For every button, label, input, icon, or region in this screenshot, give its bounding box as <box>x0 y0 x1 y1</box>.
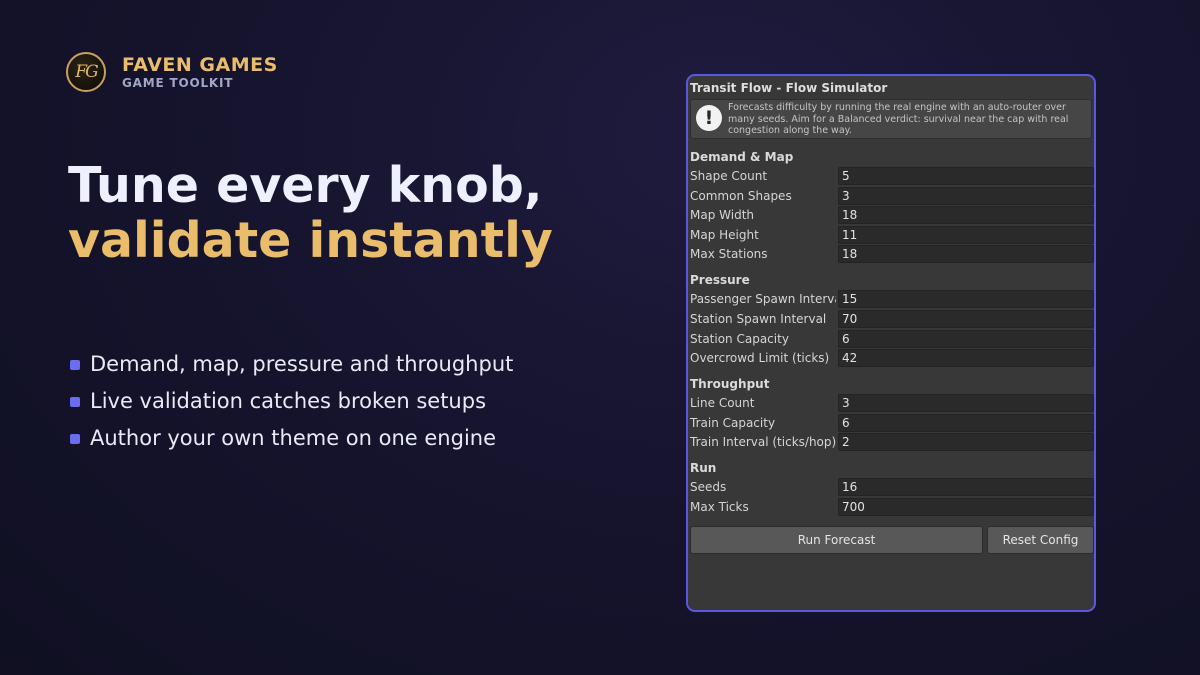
field-row-common-shapes: Common Shapes 3 <box>690 187 1094 205</box>
bullet-square-icon <box>70 359 80 370</box>
help-box: ! Forecasts difficulty by running the re… <box>690 99 1092 139</box>
station-capacity-input[interactable]: 6 <box>838 330 1094 348</box>
field-label: Common Shapes <box>690 189 792 203</box>
brand-text: FAVEN GAMES GAME TOOLKIT <box>122 54 278 90</box>
field-label: Train Capacity <box>690 416 776 430</box>
train-interval-input[interactable]: 2 <box>838 433 1094 451</box>
section-header-demand-map: Demand & Map <box>690 150 794 164</box>
feature-text: Author your own theme on one engine <box>90 426 497 450</box>
logo-monogram: FG <box>75 62 98 82</box>
field-label: Shape Count <box>690 169 768 183</box>
line-count-input[interactable]: 3 <box>838 394 1094 412</box>
feature-item: Live validation catches broken setups <box>70 383 513 420</box>
field-label: Seeds <box>690 480 727 494</box>
feature-text: Live validation catches broken setups <box>90 389 487 413</box>
headline-line-2: validate instantly <box>68 212 553 269</box>
faven-games-logo-icon: FG <box>66 52 106 92</box>
reset-config-button[interactable]: Reset Config <box>987 526 1094 554</box>
field-row-overcrowd-limit: Overcrowd Limit (ticks) 42 <box>690 349 1094 367</box>
help-text: Forecasts difficulty by running the real… <box>728 102 1069 136</box>
field-row-map-height: Map Height 11 <box>690 226 1094 244</box>
field-label: Passenger Spawn Interval <box>690 292 836 306</box>
common-shapes-input[interactable]: 3 <box>838 187 1094 205</box>
field-row-max-stations: Max Stations 18 <box>690 245 1094 263</box>
bullet-square-icon <box>70 396 80 407</box>
max-stations-input[interactable]: 18 <box>838 245 1094 263</box>
field-label: Station Capacity <box>690 332 789 346</box>
field-row-passenger-spawn-interval: Passenger Spawn Interval 15 <box>690 290 1094 308</box>
field-label: Map Height <box>690 228 759 242</box>
headline: Tune every knob, validate instantly <box>68 158 553 268</box>
shape-count-input[interactable]: 5 <box>838 167 1094 185</box>
field-row-train-interval: Train Interval (ticks/hop) 2 <box>690 433 1094 451</box>
feature-item: Author your own theme on one engine <box>70 420 513 457</box>
window-title: Transit Flow - Flow Simulator <box>690 81 888 95</box>
exclamation-icon: ! <box>696 105 722 131</box>
headline-line-1: Tune every knob, <box>68 157 543 214</box>
feature-text: Demand, map, pressure and throughput <box>90 352 514 376</box>
passenger-spawn-interval-input[interactable]: 15 <box>838 290 1094 308</box>
feature-item: Demand, map, pressure and throughput <box>70 346 513 383</box>
run-forecast-button[interactable]: Run Forecast <box>690 526 983 554</box>
train-capacity-input[interactable]: 6 <box>838 414 1094 432</box>
section-header-pressure: Pressure <box>690 273 750 287</box>
max-ticks-input[interactable]: 700 <box>838 498 1094 516</box>
field-row-station-spawn-interval: Station Spawn Interval 70 <box>690 310 1094 328</box>
field-row-line-count: Line Count 3 <box>690 394 1094 412</box>
field-label: Overcrowd Limit (ticks) <box>690 351 830 365</box>
field-row-station-capacity: Station Capacity 6 <box>690 330 1094 348</box>
field-label: Max Stations <box>690 247 768 261</box>
map-width-input[interactable]: 18 <box>838 206 1094 224</box>
field-row-map-width: Map Width 18 <box>690 206 1094 224</box>
seeds-input[interactable]: 16 <box>838 478 1094 496</box>
section-header-throughput: Throughput <box>690 377 770 391</box>
station-spawn-interval-input[interactable]: 70 <box>838 310 1094 328</box>
field-label: Max Ticks <box>690 500 749 514</box>
field-row-train-capacity: Train Capacity 6 <box>690 414 1094 432</box>
brand-subtitle: GAME TOOLKIT <box>122 76 234 90</box>
map-height-input[interactable]: 11 <box>838 226 1094 244</box>
brand-name: FAVEN GAMES <box>122 54 278 76</box>
field-label: Train Interval (ticks/hop) <box>690 435 836 449</box>
field-row-seeds: Seeds 16 <box>690 478 1094 496</box>
field-row-shape-count: Shape Count 5 <box>690 167 1094 185</box>
field-label: Line Count <box>690 396 755 410</box>
brand: FG FAVEN GAMES GAME TOOLKIT <box>66 52 278 92</box>
field-label: Station Spawn Interval <box>690 312 827 326</box>
feature-list: Demand, map, pressure and throughput Liv… <box>70 346 513 457</box>
bullet-square-icon <box>70 433 80 444</box>
overcrowd-limit-input[interactable]: 42 <box>838 349 1094 367</box>
field-label: Map Width <box>690 208 755 222</box>
section-header-run: Run <box>690 461 717 475</box>
flow-simulator-window: Transit Flow - Flow Simulator ! Forecast… <box>686 74 1096 612</box>
field-row-max-ticks: Max Ticks 700 <box>690 498 1094 516</box>
